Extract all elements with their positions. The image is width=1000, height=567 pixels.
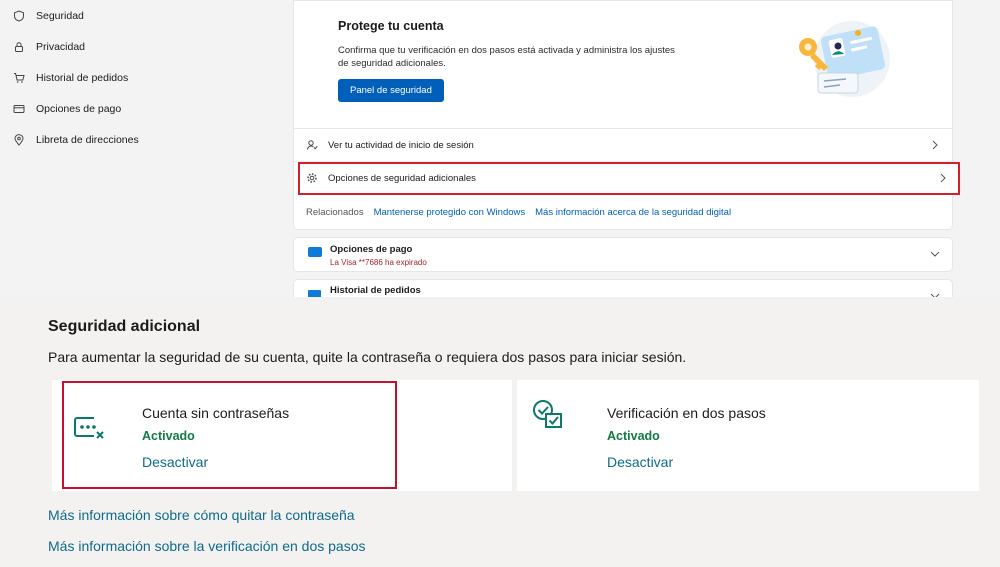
chevron-down-icon [930,251,940,257]
sidebar-item-security[interactable]: Seguridad [0,0,280,31]
row-label: Opciones de seguridad adicionales [328,172,476,184]
credit-card-icon [12,102,26,116]
lock-icon [12,40,26,54]
sidebar-item-payment-options[interactable]: Opciones de pago [0,93,280,124]
protect-account-banner: Protege tu cuenta Confirma que tu verifi… [294,1,952,128]
sidebar-item-order-history[interactable]: Historial de pedidos [0,62,280,93]
main-content: Protege tu cuenta Confirma que tu verifi… [293,0,960,297]
cart-icon [12,71,26,85]
credit-card-icon [308,247,322,257]
additional-security-title: Seguridad adicional [48,318,201,335]
sidebar-item-address-book[interactable]: Libreta de direcciones [0,124,280,155]
order-history-card[interactable]: Historial de pedidos [293,279,953,297]
sign-in-activity-row[interactable]: Ver tu actividad de inicio de sesión [294,129,952,162]
account-settings-panel: Seguridad Privacidad Historial de pedido… [0,0,1000,297]
sidebar-item-privacy[interactable]: Privacidad [0,31,280,62]
chevron-right-icon [932,140,938,150]
payment-options-card[interactable]: Opciones de pago La Visa **7686 ha expir… [293,237,953,272]
learn-two-step-link[interactable]: Más información sobre la verificación en… [48,538,366,554]
protect-title: Protege tu cuenta [338,19,444,33]
link-stay-protected-windows[interactable]: Mantenerse protegido con Windows [374,207,526,218]
security-dashboard-button[interactable]: Panel de seguridad [338,79,444,102]
history-title: Historial de pedidos [330,285,421,296]
option-name: Cuenta sin contraseñas [142,405,290,421]
link-digital-security-info[interactable]: Más información acerca de la seguridad d… [535,207,731,218]
sidebar-item-label: Historial de pedidos [36,71,129,84]
shield-icon [12,9,26,23]
learn-remove-password-link[interactable]: Más información sobre cómo quitar la con… [48,507,355,523]
shopping-bag-icon [308,290,321,297]
security-links: Ver tu actividad de inicio de sesión Opc… [294,128,960,229]
deactivate-passwordless-link[interactable]: Desactivar [142,454,208,470]
passwordless-account-card: Cuenta sin contraseñas Activado Desactiv… [52,380,512,491]
location-pin-icon [12,133,26,147]
additional-security-panel: Seguridad adicional Para aumentar la seg… [0,297,1000,567]
option-status: Activado [607,429,660,443]
additional-security-intro: Para aumentar la seguridad de su cuenta,… [48,349,687,365]
sidebar-item-label: Libreta de direcciones [36,133,139,146]
sidebar-item-label: Privacidad [36,40,86,53]
gear-icon [306,172,318,184]
payment-title: Opciones de pago [330,244,413,255]
sign-in-activity-icon [306,139,318,151]
payment-warning: La Visa **7686 ha expirado [330,258,427,267]
additional-security-options-row[interactable]: Opciones de seguridad adicionales [298,162,960,195]
row-label: Ver tu actividad de inicio de sesión [328,139,474,151]
two-step-verification-icon [533,400,562,428]
passwordless-icon [74,417,104,439]
related-label: Relacionados [306,206,364,218]
chevron-right-icon [940,173,946,183]
option-status: Activado [142,429,195,443]
two-step-verification-card: Verificación en dos pasos Activado Desac… [517,380,979,491]
sidebar: Seguridad Privacidad Historial de pedido… [0,0,280,155]
protect-description: Confirma que tu verificación en dos paso… [338,45,675,69]
deactivate-two-step-link[interactable]: Desactivar [607,454,673,470]
protect-account-card: Protege tu cuenta Confirma que tu verifi… [293,0,960,230]
related-links: Relacionados Mantenerse protegido con Wi… [294,195,952,229]
option-name: Verificación en dos pasos [607,405,766,421]
sidebar-item-label: Opciones de pago [36,102,122,115]
security-illustration [799,21,890,97]
sidebar-item-label: Seguridad [36,9,84,22]
